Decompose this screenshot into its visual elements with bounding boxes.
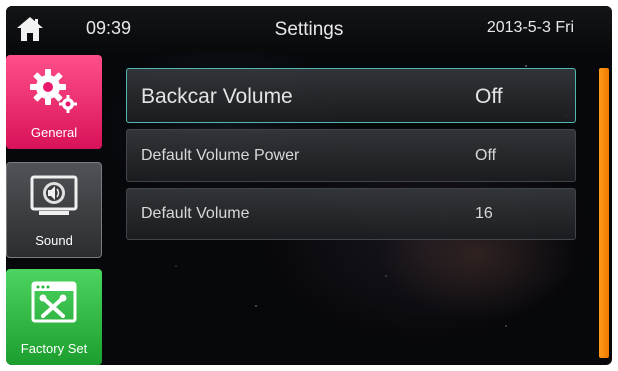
sidebar-item-sound[interactable]: Sound [6,162,102,258]
setting-label: Backcar Volume [141,85,293,108]
gears-icon [30,69,77,113]
setting-value: Off [475,147,497,164]
setting-row-backcar-volume[interactable]: Backcar Volume Off [126,68,576,123]
tools-window-icon [31,281,77,323]
setting-label: Default Volume [141,205,250,222]
status-bar: 09:39 Settings 2013-5-3 Fri [6,6,612,52]
setting-row-default-volume[interactable]: Default Volume 16 [126,188,576,240]
setting-row-default-volume-power[interactable]: Default Volume Power Off [126,129,576,182]
speaker-monitor-icon [30,175,78,215]
setting-value: 16 [475,205,493,222]
sidebar-item-general[interactable]: General [6,55,102,149]
setting-value: Off [475,85,503,108]
sidebar-item-label: Sound [35,233,73,248]
sidebar-item-label: General [30,125,78,140]
sidebar-item-factory-set[interactable]: Factory Set [6,269,102,365]
sidebar-item-label: Factory Set [20,341,88,356]
scrollbar[interactable] [599,68,609,358]
settings-screen: 09:39 Settings 2013-5-3 Fri General Soun… [6,6,612,365]
date-display: 2013-5-3 Fri [486,19,574,36]
setting-label: Default Volume Power [141,147,300,164]
